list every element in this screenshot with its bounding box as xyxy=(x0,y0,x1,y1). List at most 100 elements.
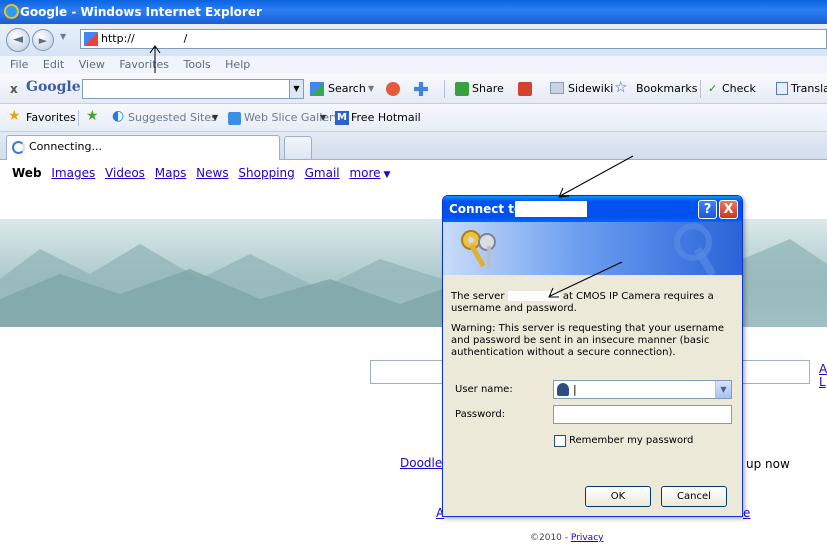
sidewiki-button[interactable]: Sidewiki xyxy=(568,81,613,97)
dialog-title-bar: Connect to ? X xyxy=(443,196,742,222)
gmail-icon[interactable] xyxy=(518,82,532,96)
arrow-title-line xyxy=(559,155,634,197)
menu-file[interactable]: File xyxy=(10,58,28,71)
share-icon xyxy=(455,82,469,96)
google-toolbar: x Google ▼ Search ▼ Share Sidewiki ☆ Boo… xyxy=(0,74,827,104)
close-button[interactable]: X xyxy=(719,200,738,219)
loading-icon xyxy=(12,141,25,154)
forward-button[interactable]: ► xyxy=(32,29,54,51)
toolbar-close-button[interactable]: x xyxy=(10,81,18,97)
menu-bar: File Edit View Favorites Tools Help xyxy=(0,56,827,74)
nav-maps[interactable]: Maps xyxy=(155,166,187,180)
copyright-text: ©2010 - xyxy=(530,533,569,543)
password-field[interactable] xyxy=(553,405,732,424)
ok-button[interactable]: OK xyxy=(585,486,651,507)
new-tab-button[interactable] xyxy=(284,136,312,159)
redacted-server xyxy=(507,291,560,301)
share-button[interactable]: Share xyxy=(472,81,504,97)
server-pre: The server xyxy=(451,291,505,302)
help-button[interactable]: ? xyxy=(698,200,717,219)
username-field[interactable]: | ▼ xyxy=(553,380,732,399)
search-icon xyxy=(310,82,324,96)
menu-tools[interactable]: Tools xyxy=(184,58,211,71)
tab-connecting[interactable]: Connecting... xyxy=(6,135,280,160)
password-label: Password: xyxy=(455,409,506,420)
google-logo: Google xyxy=(26,79,81,95)
menu-help[interactable]: Help xyxy=(225,58,250,71)
favorites-button[interactable]: Favorites xyxy=(26,111,76,125)
msn-icon: M xyxy=(335,111,349,125)
privacy-link[interactable]: Privacy xyxy=(571,533,604,543)
window-title: Google - Windows Internet Explorer xyxy=(20,5,262,19)
check-button[interactable]: Check xyxy=(722,81,756,97)
language-tools-link[interactable]: L xyxy=(819,375,826,389)
bottom-link-e[interactable]: e xyxy=(743,506,750,520)
favorites-star-icon: ★ xyxy=(8,108,21,124)
username-value: | xyxy=(573,383,577,396)
chevron-down-icon[interactable]: ▼ xyxy=(212,111,218,125)
page-footer: ©2010 - Privacy xyxy=(530,533,603,543)
remember-password-label[interactable]: Remember my password xyxy=(569,435,693,446)
nav-shopping[interactable]: Shopping xyxy=(238,166,294,180)
plus-icon[interactable] xyxy=(414,82,428,96)
address-bar[interactable]: http:// / xyxy=(80,29,827,49)
menu-view[interactable]: View xyxy=(79,58,105,71)
star-icon: ☆ xyxy=(614,78,628,96)
dialog-body: The server at CMOS IP Camera requires a … xyxy=(451,291,737,367)
warning-message: Warning: This server is requesting that … xyxy=(451,323,725,358)
ie-logo-icon xyxy=(4,4,19,19)
web-slice-icon xyxy=(228,112,241,125)
chevron-down-icon[interactable]: ▼ xyxy=(320,111,326,125)
toolbar-divider xyxy=(700,80,701,98)
suggested-sites-icon: ◐ xyxy=(112,108,125,124)
address-row: ◄ ► ▼ http:// / xyxy=(0,24,827,56)
keys-watermark-icon xyxy=(674,223,716,275)
advanced-search-link[interactable]: A xyxy=(819,362,827,376)
bookmarks-button[interactable]: Bookmarks xyxy=(636,81,697,97)
connect-dialog: Connect to ? X The server at CMOS IP Cam… xyxy=(442,195,743,517)
spellcheck-icon: ✓ xyxy=(708,82,718,95)
favorites-bar: ★ Favorites ★ ◐ Suggested Sites ▼ Web Sl… xyxy=(0,104,827,132)
nav-images[interactable]: Images xyxy=(51,166,95,180)
translate-icon xyxy=(776,82,788,95)
menu-edit[interactable]: Edit xyxy=(43,58,64,71)
dialog-banner xyxy=(443,222,742,275)
google-search-input[interactable]: ▼ xyxy=(82,79,304,99)
favbar-divider xyxy=(78,110,79,126)
popup-blocker-icon[interactable] xyxy=(386,82,400,96)
dialog-title: Connect to xyxy=(449,202,523,216)
add-favorite-icon[interactable]: ★ xyxy=(86,109,99,123)
server-message: The server at CMOS IP Camera requires a … xyxy=(451,291,737,315)
username-label: User name: xyxy=(455,384,513,395)
nav-news[interactable]: News xyxy=(196,166,228,180)
translate-button[interactable]: Translate xyxy=(791,81,827,97)
remember-password-checkbox[interactable] xyxy=(554,435,566,447)
address-value: http:// / xyxy=(101,32,188,45)
search-button[interactable]: Search xyxy=(328,81,366,97)
nav-videos[interactable]: Videos xyxy=(105,166,145,180)
history-dropdown-icon[interactable]: ▼ xyxy=(60,32,66,41)
nav-more[interactable]: more xyxy=(349,166,380,180)
menu-favorites[interactable]: Favorites xyxy=(119,58,169,71)
toolbar-divider xyxy=(444,80,445,98)
back-button[interactable]: ◄ xyxy=(6,28,30,52)
tab-row: Connecting... xyxy=(0,132,827,160)
chevron-down-icon[interactable]: ▼ xyxy=(289,80,303,98)
window-title-bar: Google - Windows Internet Explorer xyxy=(0,0,827,24)
tab-label: Connecting... xyxy=(29,140,102,153)
doodle-link[interactable]: Doodle xyxy=(400,456,442,470)
signup-text: up now xyxy=(746,457,790,471)
chevron-down-icon[interactable]: ▼ xyxy=(715,381,731,398)
user-icon xyxy=(557,383,569,396)
redacted-host xyxy=(515,201,587,217)
google-favicon-icon xyxy=(84,32,98,46)
chevron-down-icon[interactable]: ▼ xyxy=(368,81,374,97)
chevron-down-icon[interactable]: ▼ xyxy=(384,170,391,180)
suggested-sites-link[interactable]: Suggested Sites xyxy=(128,111,217,125)
cancel-button[interactable]: Cancel xyxy=(661,486,727,507)
keys-icon xyxy=(461,230,496,268)
google-nav: Web Images Videos Maps News Shopping Gma… xyxy=(12,166,390,180)
free-hotmail-link[interactable]: Free Hotmail xyxy=(351,111,421,125)
nav-gmail[interactable]: Gmail xyxy=(305,166,340,180)
sidewiki-icon xyxy=(550,82,564,94)
